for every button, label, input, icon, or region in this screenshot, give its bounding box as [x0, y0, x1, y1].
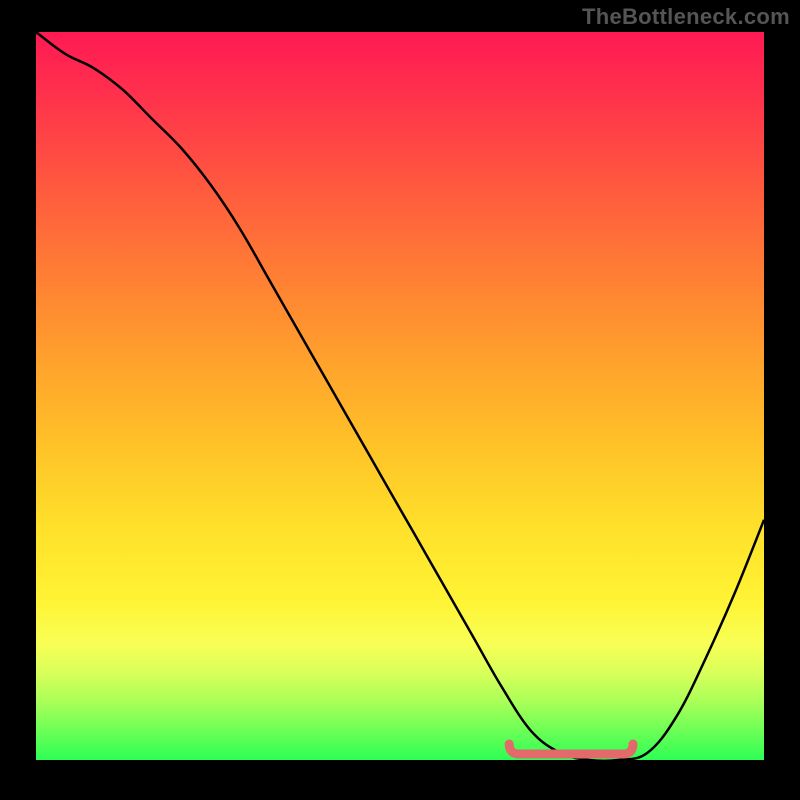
curve-layer	[36, 32, 764, 760]
bottleneck-curve-path	[36, 32, 764, 760]
plot-area	[36, 32, 764, 760]
watermark-text: TheBottleneck.com	[582, 4, 790, 30]
optimal-range-marker-path	[509, 744, 633, 754]
chart-frame: TheBottleneck.com	[0, 0, 800, 800]
